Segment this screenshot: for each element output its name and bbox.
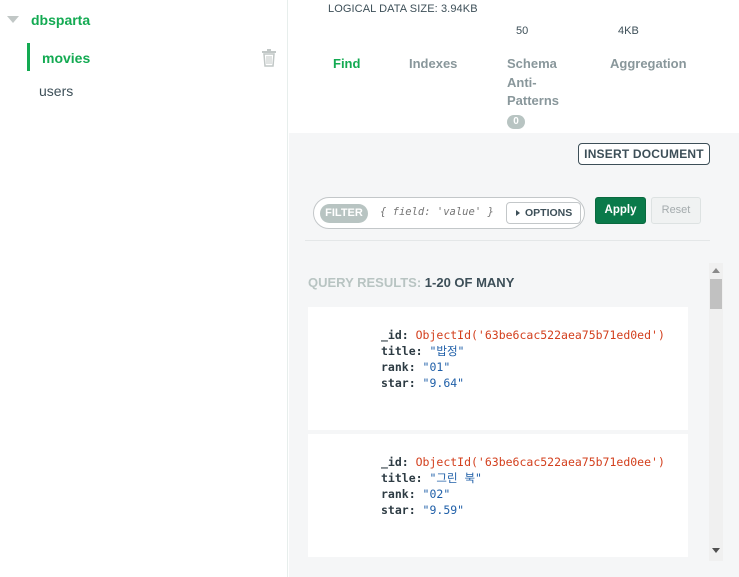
document-card[interactable]: _id: ObjectId('63be6cac522aea75b71ed0ed'…	[308, 307, 688, 430]
document-fields: _id: ObjectId('63be6cac522aea75b71ed0ee'…	[381, 454, 665, 518]
scrollbar[interactable]	[709, 263, 723, 561]
scroll-thumb[interactable]	[710, 279, 722, 309]
tab-label: Schema Anti- Patterns	[507, 56, 560, 108]
field-rank-value: "01"	[422, 360, 451, 374]
sidebar: dbsparta movies users	[0, 0, 288, 577]
main-panel: LOGICAL DATA SIZE: 3.94KB 50 4KB Find In…	[289, 0, 739, 577]
field-key: title:	[381, 471, 430, 485]
caret-right-icon	[516, 210, 520, 216]
sidebar-item-movies[interactable]: movies	[0, 43, 288, 71]
sidebar-item-users[interactable]: users	[0, 76, 288, 104]
database-row[interactable]: dbsparta	[0, 8, 288, 32]
field-id-value: ObjectId('63be6cac522aea75b71ed0ee')	[415, 455, 665, 469]
field-title-value: "그린 북"	[429, 471, 482, 485]
filter-label: FILTER	[320, 204, 368, 223]
results-count: 1-20 OF MANY	[424, 275, 515, 290]
field-key: title:	[381, 344, 430, 358]
reset-button[interactable]: Reset	[651, 197, 701, 224]
logical-size-label: LOGICAL DATA SIZE:	[328, 3, 438, 15]
query-results-label: QUERY RESULTS: 1-20 OF MANY	[308, 275, 514, 290]
documents-view: INSERT DOCUMENT FILTER OPTIONS Apply Res…	[289, 133, 739, 577]
database-name[interactable]: dbsparta	[31, 12, 90, 28]
field-key: _id:	[381, 455, 416, 469]
field-key: rank:	[381, 487, 423, 501]
field-id-value: ObjectId('63be6cac522aea75b71ed0ed')	[415, 328, 665, 342]
active-indicator	[27, 43, 30, 71]
apply-button[interactable]: Apply	[595, 197, 646, 224]
filter-bar[interactable]: FILTER OPTIONS	[313, 197, 585, 229]
document-fields: _id: ObjectId('63be6cac522aea75b71ed0ed'…	[381, 327, 665, 391]
field-star-value: "9.64"	[422, 376, 465, 390]
field-key: _id:	[381, 328, 416, 342]
document-card[interactable]: _id: ObjectId('63be6cac522aea75b71ed0ee'…	[308, 434, 688, 557]
logical-size-value: 3.94KB	[440, 3, 478, 15]
field-star-value: "9.59"	[422, 503, 465, 517]
filter-input[interactable]	[380, 206, 500, 218]
tab-indexes[interactable]: Indexes	[409, 55, 457, 74]
field-key: rank:	[381, 360, 423, 374]
field-rank-value: "02"	[422, 487, 451, 501]
collection-label[interactable]: movies	[42, 50, 90, 66]
tab-aggregation[interactable]: Aggregation	[610, 55, 687, 74]
options-button[interactable]: OPTIONS	[506, 202, 581, 224]
insert-document-button[interactable]: INSERT DOCUMENT	[578, 143, 710, 165]
collection-label[interactable]: users	[39, 83, 73, 99]
collection-header: LOGICAL DATA SIZE: 3.94KB 50 4KB Find In…	[289, 0, 739, 133]
divider	[305, 240, 710, 241]
logical-data-size: LOGICAL DATA SIZE: 3.94KB	[328, 3, 478, 15]
trash-icon[interactable]	[261, 49, 277, 67]
field-key: star:	[381, 503, 423, 517]
results-prefix: QUERY RESULTS:	[308, 275, 422, 290]
tab-find[interactable]: Find	[333, 55, 360, 74]
stat-index-size: 4KB	[618, 25, 639, 37]
stat-document-count: 50	[516, 25, 529, 37]
tab-schema-anti-patterns[interactable]: Schema Anti- Patterns 0	[507, 55, 577, 129]
field-title-value: "밥정"	[429, 344, 465, 358]
field-key: star:	[381, 376, 423, 390]
scroll-down-arrow-icon[interactable]	[712, 548, 720, 553]
options-label: OPTIONS	[525, 207, 573, 219]
count-badge: 0	[507, 114, 525, 129]
caret-down-icon[interactable]	[7, 16, 19, 23]
scroll-up-arrow-icon[interactable]	[712, 268, 720, 273]
